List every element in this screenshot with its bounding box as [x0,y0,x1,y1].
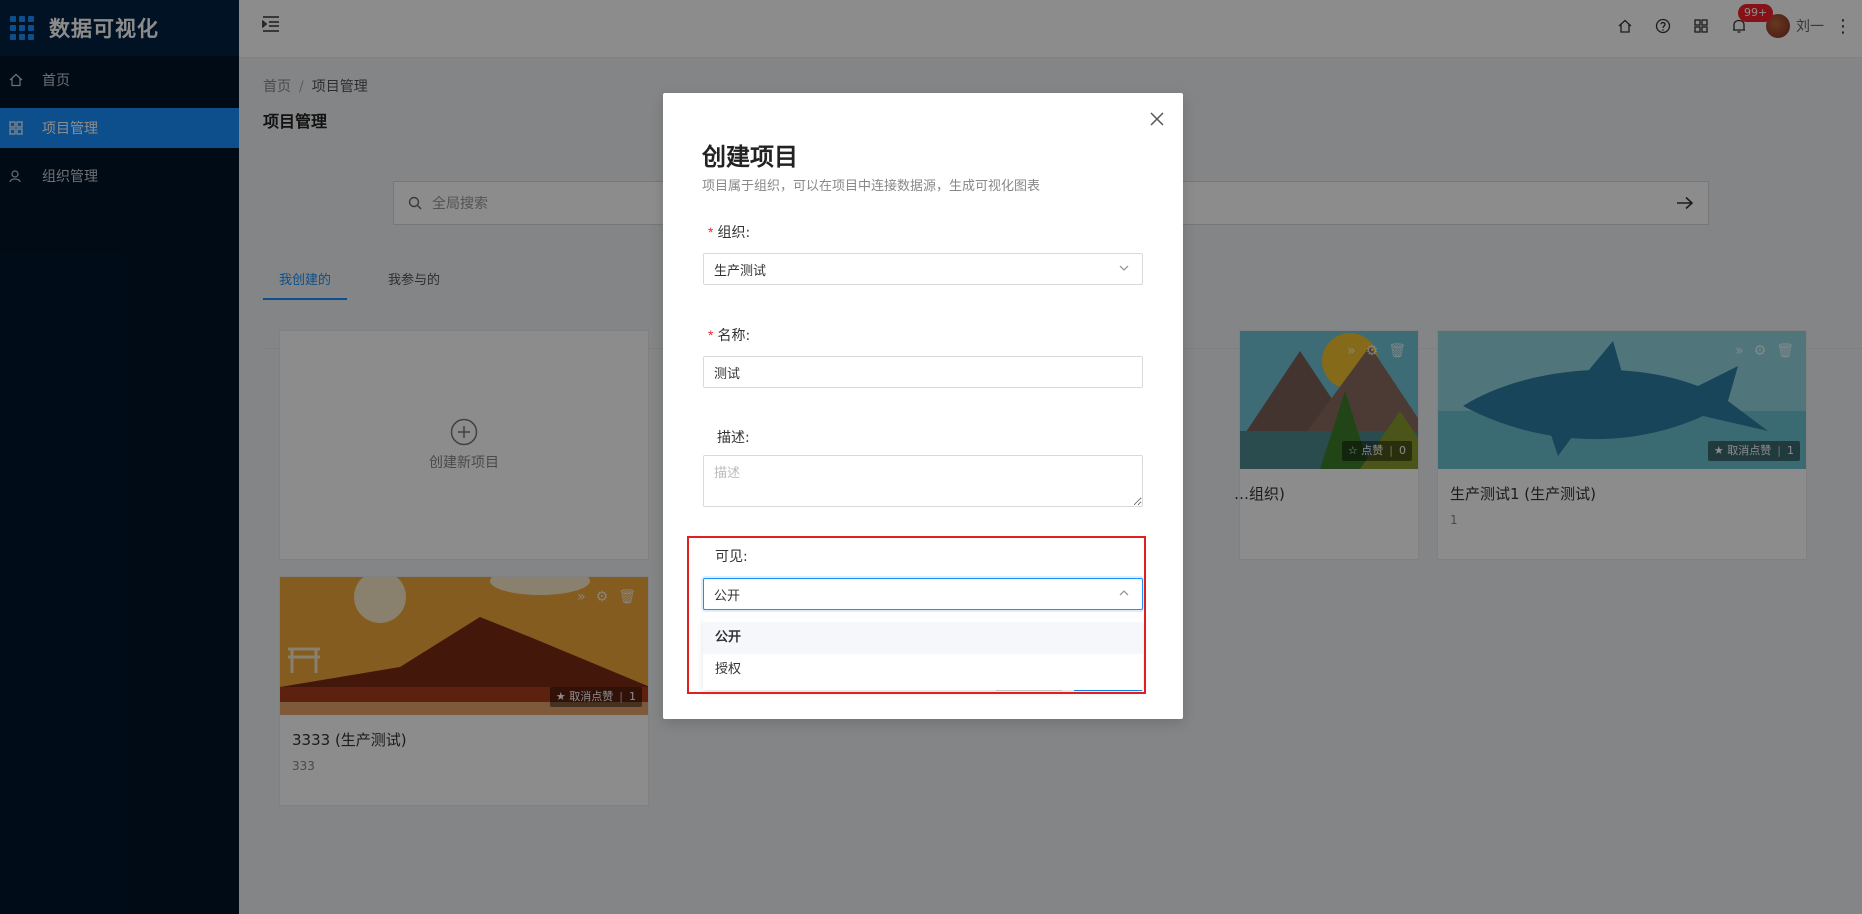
desc-label: 描述: [717,430,750,446]
name-field[interactable]: 测试 [703,356,1143,388]
modal-subtitle: 项目属于组织，可以在项目中连接数据源，生成可视化图表 [702,179,1041,194]
name-field-value: 测试 [714,366,741,382]
name-label: * 名称: [708,327,751,344]
close-icon[interactable] [1149,111,1165,127]
visibility-select-value: 公开 [714,588,741,604]
org-select[interactable]: 生产测试 [703,253,1143,285]
description-field[interactable] [703,455,1143,507]
chevron-up-icon [1119,590,1129,596]
visibility-dropdown: 公开 授权 [703,618,1143,690]
option-public[interactable]: 公开 [703,622,1143,654]
create-project-modal: 创建项目 项目属于组织，可以在项目中连接数据源，生成可视化图表 * 组织: 生产测… [663,93,1183,719]
org-select-value: 生产测试 [714,263,767,279]
org-label: * 组织: [708,224,751,241]
visibility-label: 可见: [715,549,748,565]
option-authorized[interactable]: 授权 [703,654,1143,686]
modal-title: 创建项目 [702,143,798,171]
visibility-select[interactable]: 公开 [703,578,1143,610]
chevron-down-icon [1119,265,1129,271]
